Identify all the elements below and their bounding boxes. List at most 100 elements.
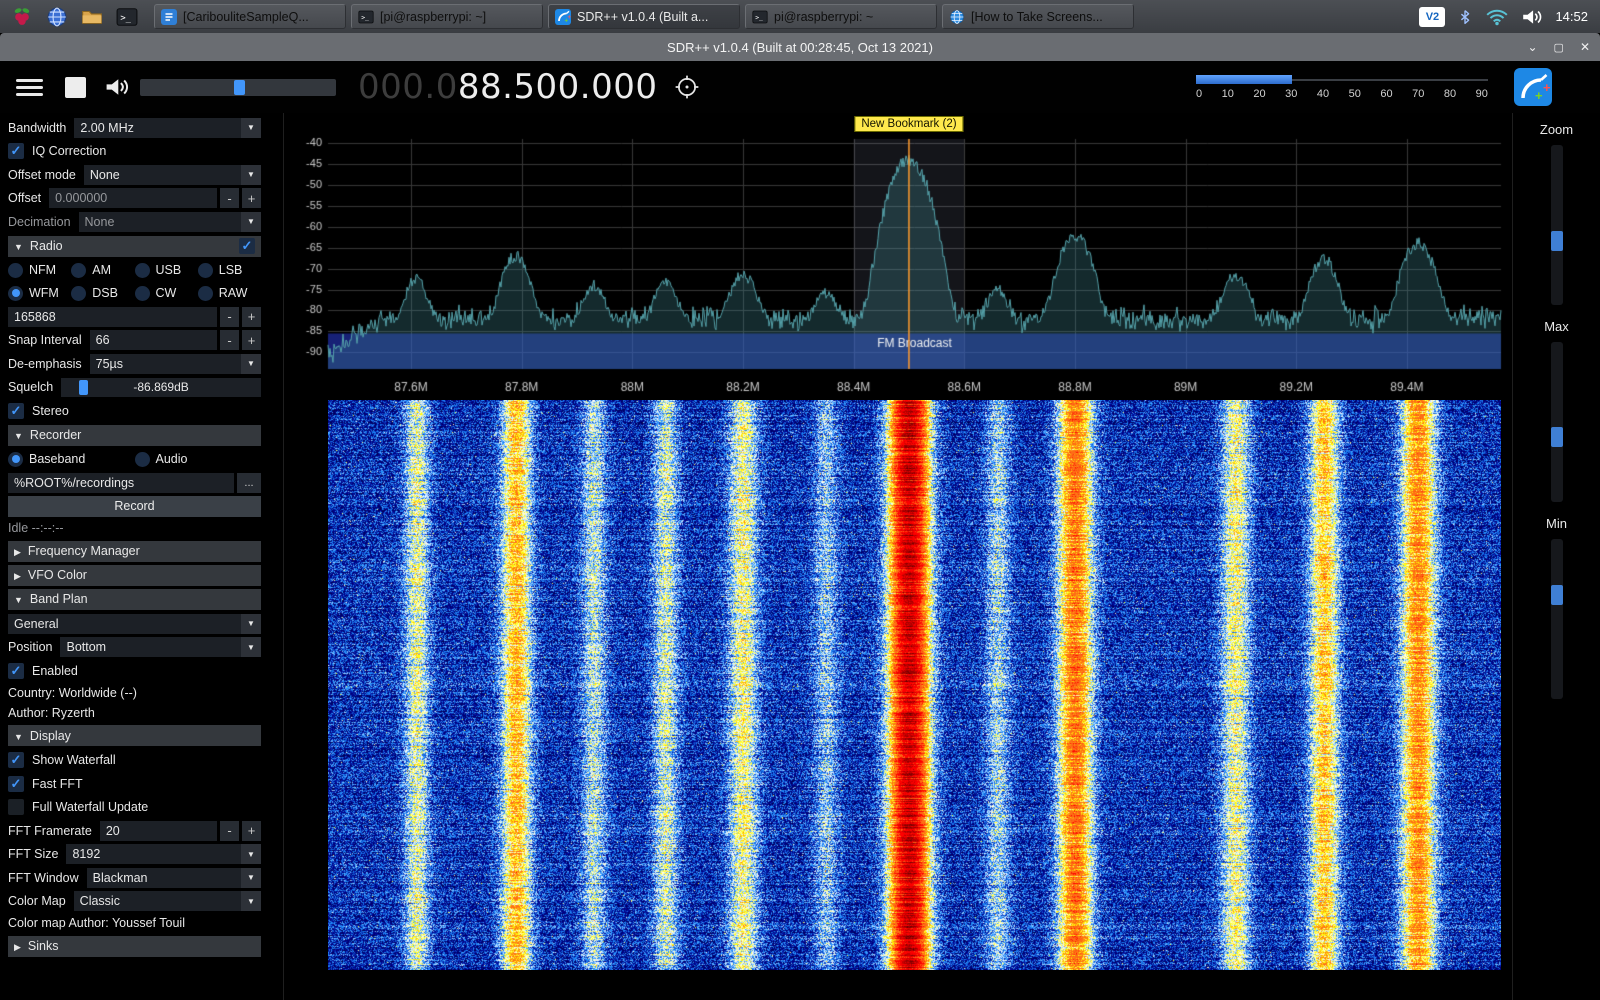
vnc-status-button[interactable]: V2 <box>1419 7 1445 27</box>
squelch-slider-handle[interactable] <box>79 380 88 395</box>
framerate-increment-button[interactable] <box>242 821 261 841</box>
snap-interval-input[interactable]: 66 <box>90 330 217 350</box>
browse-button[interactable]: ... <box>237 473 261 493</box>
color-map-select[interactable]: Classic <box>74 891 261 911</box>
stereo-checkbox[interactable] <box>8 403 24 419</box>
vfo-color-section-header[interactable]: VFO Color <box>8 565 261 586</box>
show-waterfall-checkbox[interactable] <box>8 752 24 768</box>
mode-cw[interactable]: CW <box>135 286 198 301</box>
mode-dsb[interactable]: DSB <box>71 286 134 301</box>
position-select[interactable]: Bottom <box>60 637 261 657</box>
record-button[interactable]: Record <box>8 496 261 517</box>
offset-decrement-button[interactable] <box>220 188 239 208</box>
mode-wfm[interactable]: WFM <box>8 286 71 301</box>
max-slider-handle[interactable] <box>1551 427 1563 447</box>
frequency-manager-section-header[interactable]: Frequency Manager <box>8 541 261 562</box>
band-plan-country: Country: Worldwide (--) <box>8 683 261 702</box>
display-section-header[interactable]: Display <box>8 725 261 746</box>
recorder-section-header[interactable]: Recorder <box>8 425 261 446</box>
menu-button[interactable] <box>14 75 45 100</box>
waterfall-view[interactable] <box>328 400 1501 970</box>
fft-framerate-input[interactable]: 20 <box>100 821 217 841</box>
close-icon[interactable] <box>1580 40 1590 54</box>
enabled-checkbox[interactable] <box>8 663 24 679</box>
spectrum-view[interactable]: New Bookmark (2) <box>284 113 1512 400</box>
frequency-display[interactable]: 000.088.500.000 <box>358 67 658 107</box>
squelch-label: Squelch <box>8 380 53 394</box>
volume-status-icon[interactable] <box>1521 8 1543 26</box>
zoom-slider-handle[interactable] <box>1551 231 1563 251</box>
mode-am[interactable]: AM <box>71 263 134 278</box>
snap-interval-row: Snap Interval 66 <box>8 329 261 351</box>
taskbar-window-editor[interactable]: [CaribouliteSampleQ... <box>154 4 346 29</box>
radio-bandwidth-value: 165868 <box>14 310 56 324</box>
stop-button[interactable] <box>65 77 86 98</box>
spectrum-canvas[interactable] <box>284 113 1512 400</box>
radio-section-header[interactable]: Radio <box>8 236 261 257</box>
band-plan-select[interactable]: General <box>8 614 261 634</box>
fft-window-select[interactable]: Blackman <box>87 868 261 888</box>
recording-path-value: %ROOT%/recordings <box>14 476 134 490</box>
mode-raw[interactable]: RAW <box>198 286 261 301</box>
raspberry-menu-button[interactable] <box>8 4 36 30</box>
frequency-value: 88.500.000 <box>458 67 658 107</box>
bandwidth-decrement-button[interactable] <box>220 307 239 327</box>
offset-mode-select[interactable]: None <box>84 165 261 185</box>
mute-button[interactable] <box>104 76 130 98</box>
offset-increment-button[interactable] <box>242 188 261 208</box>
mode-label: NFM <box>29 263 56 277</box>
zoom-slider[interactable] <box>1551 145 1563 305</box>
bandwidth-increment-button[interactable] <box>242 307 261 327</box>
file-manager-launcher-button[interactable] <box>78 4 106 30</box>
recording-path-input[interactable]: %ROOT%/recordings <box>8 473 234 493</box>
taskbar-window-terminal-1[interactable]: >_ [pi@raspberrypi: ~] <box>351 4 543 29</box>
mode-usb[interactable]: USB <box>135 263 198 278</box>
recorder-section-label: Recorder <box>30 428 81 442</box>
iq-correction-checkbox[interactable] <box>8 143 24 159</box>
check-icon <box>11 402 22 420</box>
control-panel: Bandwidth 2.00 MHz IQ Correction Offset … <box>0 113 283 1000</box>
browser-launcher-button[interactable] <box>43 4 71 30</box>
decimation-value: None <box>85 215 115 229</box>
minimize-icon[interactable] <box>1527 40 1537 54</box>
recorder-mode-audio[interactable]: Audio <box>135 452 262 467</box>
bluetooth-icon[interactable] <box>1457 7 1473 27</box>
deemphasis-select[interactable]: 75µs <box>90 354 261 374</box>
snap-decrement-button[interactable] <box>220 330 239 350</box>
min-slider[interactable] <box>1551 539 1563 699</box>
wifi-icon[interactable] <box>1485 8 1509 26</box>
offset-value: 0.000000 <box>55 191 107 205</box>
maximize-icon[interactable] <box>1554 40 1564 54</box>
mode-lsb[interactable]: LSB <box>198 263 261 278</box>
bookmark-label[interactable]: New Bookmark (2) <box>854 116 963 132</box>
taskbar-window-terminal-2[interactable]: >_ pi@raspberrypi: ~ <box>745 4 937 29</box>
taskbar-window-browser[interactable]: [How to Take Screens... <box>942 4 1134 29</box>
taskbar-window-sdrpp[interactable]: ++ SDR++ v1.0.4 (Built a... <box>548 4 740 29</box>
max-slider[interactable] <box>1551 342 1563 502</box>
volume-slider-handle[interactable] <box>234 80 245 95</box>
waterfall-canvas[interactable] <box>328 400 1501 970</box>
fast-fft-checkbox[interactable] <box>8 776 24 792</box>
min-slider-handle[interactable] <box>1551 585 1563 605</box>
squelch-slider[interactable]: -86.869dB <box>61 378 261 397</box>
terminal-launcher-button[interactable]: >_ <box>113 4 141 30</box>
sinks-section-header[interactable]: Sinks <box>8 936 261 957</box>
deemphasis-row: De-emphasis 75µs <box>8 353 261 375</box>
framerate-decrement-button[interactable] <box>220 821 239 841</box>
mode-nfm[interactable]: NFM <box>8 263 71 278</box>
offset-input[interactable]: 0.000000 <box>49 188 217 208</box>
band-plan-section-header[interactable]: Band Plan <box>8 589 261 610</box>
recorder-mode-baseband[interactable]: Baseband <box>8 452 135 467</box>
bandwidth-select[interactable]: 2.00 MHz <box>74 118 261 138</box>
decimation-select[interactable]: None <box>79 212 261 232</box>
folder-icon <box>81 6 103 28</box>
offset-mode-value: None <box>90 168 120 182</box>
volume-slider[interactable] <box>140 79 336 96</box>
full-waterfall-update-checkbox[interactable] <box>8 799 24 815</box>
radio-bandwidth-input[interactable]: 165868 <box>8 307 217 327</box>
fft-size-select[interactable]: 8192 <box>66 844 261 864</box>
tuning-mode-button[interactable] <box>674 74 700 100</box>
window-titlebar[interactable]: SDR++ v1.0.4 (Built at 00:28:45, Oct 13 … <box>0 33 1600 61</box>
snap-increment-button[interactable] <box>242 330 261 350</box>
radio-enable-checkbox[interactable] <box>239 238 255 254</box>
